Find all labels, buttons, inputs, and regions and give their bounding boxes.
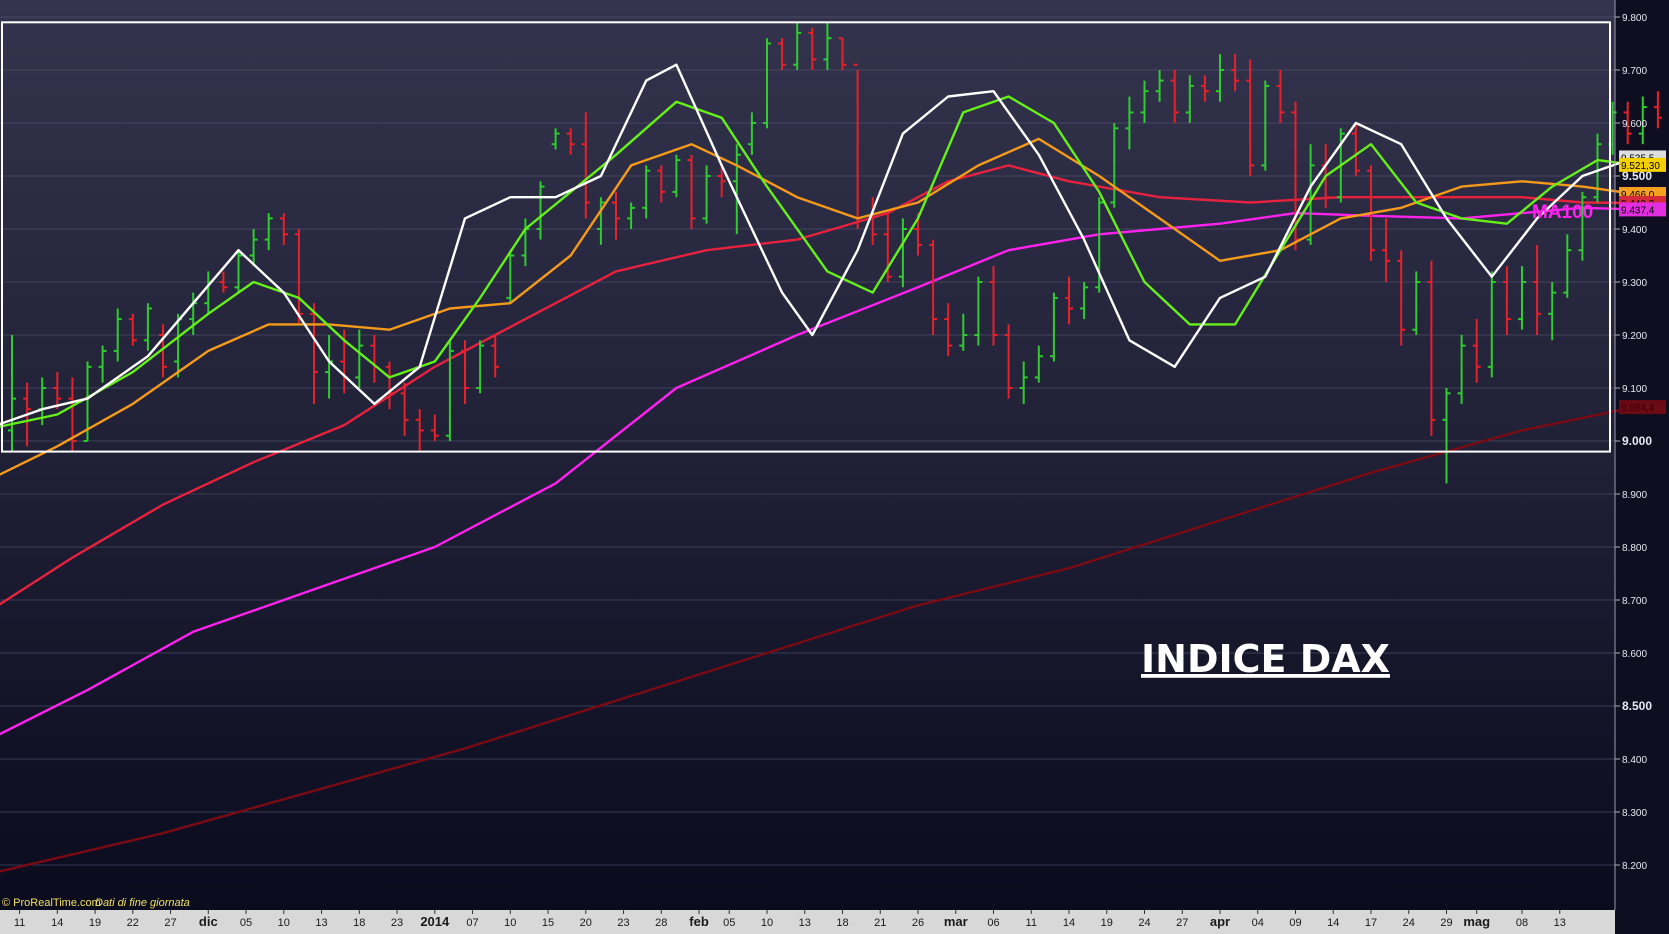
price-tick-label: 8.700 — [1622, 596, 1647, 607]
price-tick-label: 9.600 — [1622, 119, 1647, 130]
price-tick-label: 8.900 — [1622, 490, 1647, 501]
chart-title: INDICE DAX — [1141, 637, 1390, 681]
chart-canvas: 8.200 8.300 8.400 8.500 8.600 8.700 8.800 8.900… — [0, 0, 1669, 934]
time-tick-label: 2014 — [420, 914, 450, 929]
time-tick-label: 23 — [391, 917, 403, 929]
time-tick-label: 13 — [315, 917, 327, 929]
time-tick-label: 21 — [874, 917, 886, 929]
ma100-label: MA100 — [1532, 202, 1593, 223]
source-label: © ProRealTime.com — [2, 897, 101, 909]
time-tick-label: 27 — [1176, 917, 1188, 929]
price-flag-label: 9.437,4 — [1621, 205, 1655, 216]
time-tick-label: dic — [199, 914, 218, 929]
time-tick-label: 11 — [1026, 917, 1037, 929]
price-tick-label: 9.300 — [1622, 278, 1647, 289]
price-tick-label: 9.700 — [1622, 66, 1647, 77]
time-tick-label: 14 — [51, 917, 63, 929]
time-tick-label: 09 — [1289, 917, 1301, 929]
time-tick-label: 07 — [466, 917, 478, 929]
time-tick-label: 17 — [1365, 917, 1377, 929]
time-tick-label: 24 — [1138, 917, 1150, 929]
price-tick-label: 8.800 — [1622, 543, 1647, 554]
time-tick-label: 28 — [655, 917, 667, 929]
time-tick-label: 11 — [14, 917, 25, 929]
time-tick-label: 10 — [504, 917, 516, 929]
time-tick-label: 10 — [761, 917, 773, 929]
price-flag-label: 9.064,4 — [1621, 403, 1655, 414]
price-flag: 9.521,30 — [1619, 157, 1666, 172]
price-tick-label: 8.600 — [1622, 649, 1647, 660]
price-tick-label: 9.800 — [1622, 13, 1647, 24]
time-tick-label: 13 — [1554, 917, 1566, 929]
time-tick-label: 27 — [164, 917, 176, 929]
source-credit: © ProRealTime.com Dati di fine giornata — [2, 897, 190, 909]
dax-chart: 8.200 8.300 8.400 8.500 8.600 8.700 8.800 8.900… — [0, 0, 1669, 934]
price-tick-label: 8.200 — [1622, 861, 1647, 872]
price-flag-label: 9.521,30 — [1621, 161, 1660, 172]
time-tick-label: 29 — [1440, 917, 1452, 929]
time-tick-label: mar — [944, 914, 968, 929]
price-flag: 9.437,4 — [1619, 202, 1666, 217]
plot-background — [0, 0, 1615, 910]
time-tick-label: 22 — [127, 917, 139, 929]
time-tick-label: 05 — [723, 917, 735, 929]
time-tick-label: 18 — [353, 917, 365, 929]
time-tick-label: feb — [689, 914, 709, 929]
price-tick-label: 9.000 — [1622, 434, 1652, 448]
price-tick-label: 8.300 — [1622, 808, 1647, 819]
time-tick-label: 04 — [1252, 917, 1264, 929]
price-tick-label: 9.200 — [1622, 331, 1647, 342]
time-tick-label: 05 — [240, 917, 252, 929]
time-tick-label: 18 — [836, 917, 848, 929]
source-note: Dati di fine giornata — [95, 897, 190, 909]
time-tick-label: 19 — [89, 917, 101, 929]
time-tick-label: 19 — [1101, 917, 1113, 929]
time-tick-label: 14 — [1063, 917, 1075, 929]
time-tick-label: 10 — [278, 917, 290, 929]
time-tick-label: 26 — [912, 917, 924, 929]
time-tick-label: 15 — [542, 917, 554, 929]
time-tick-label: 14 — [1327, 917, 1339, 929]
price-tick-label: 9.400 — [1622, 225, 1647, 236]
time-tick-label: 13 — [799, 917, 811, 929]
price-flag: 9.064,4 — [1619, 400, 1666, 415]
time-tick-label: 23 — [617, 917, 629, 929]
time-tick-label: 20 — [580, 917, 592, 929]
price-tick-label: 9.100 — [1622, 384, 1647, 395]
price-tick-label: 8.500 — [1622, 699, 1652, 713]
time-tick-label: 06 — [987, 917, 999, 929]
price-tick-label: 8.400 — [1622, 755, 1647, 766]
time-tick-label: 08 — [1516, 917, 1528, 929]
time-tick-label: mag — [1463, 914, 1490, 929]
time-tick-label: 24 — [1403, 917, 1415, 929]
time-tick-label: apr — [1210, 914, 1230, 929]
